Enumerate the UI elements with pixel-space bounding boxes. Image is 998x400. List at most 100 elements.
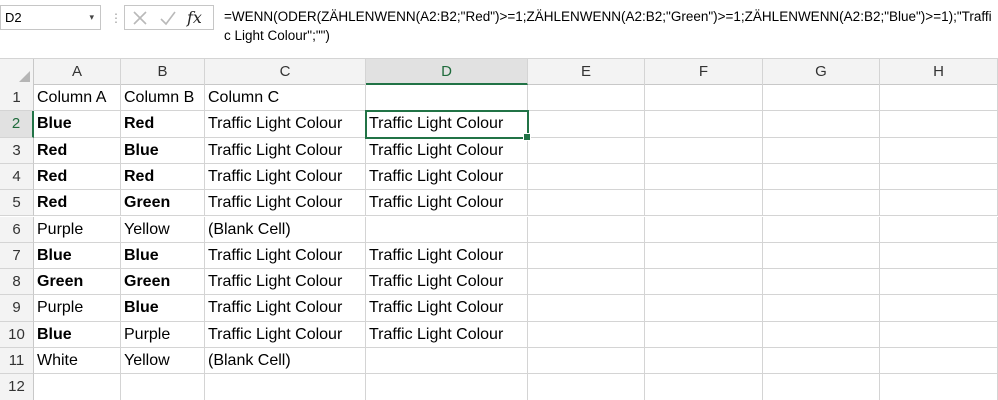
cell-g7[interactable] xyxy=(763,242,880,270)
cell-a5[interactable]: Red xyxy=(34,190,121,217)
cell-d7[interactable]: Traffic Light Colour xyxy=(366,242,528,270)
cell-e6[interactable] xyxy=(528,216,645,243)
cell-h2[interactable] xyxy=(880,111,998,138)
cell-f8[interactable] xyxy=(645,269,763,296)
cell-f3[interactable] xyxy=(645,137,763,164)
cell-g5[interactable] xyxy=(763,190,880,217)
column-header-a[interactable]: A xyxy=(34,59,121,85)
column-header-f[interactable]: F xyxy=(645,59,763,85)
column-header-e[interactable]: E xyxy=(528,59,645,85)
cell-h1[interactable] xyxy=(880,85,998,112)
cell-g3[interactable] xyxy=(763,137,880,164)
cell-e9[interactable] xyxy=(528,295,645,322)
cell-c1[interactable]: Column C xyxy=(205,85,366,112)
cancel-icon[interactable] xyxy=(131,7,149,29)
cell-f12[interactable] xyxy=(645,374,763,400)
cell-a8[interactable]: Green xyxy=(34,269,121,296)
cell-g10[interactable] xyxy=(763,321,880,348)
cell-e1[interactable] xyxy=(528,85,645,112)
row-header-3[interactable]: 3 xyxy=(0,137,34,164)
chevron-down-icon[interactable]: ▾ xyxy=(89,6,94,29)
formula-input[interactable]: =WENN(ODER(ZÄHLENWENN(A2:B2;"Red")>=1;ZÄ… xyxy=(218,5,998,50)
cell-c10[interactable]: Traffic Light Colour xyxy=(205,321,366,348)
column-header-d[interactable]: D xyxy=(366,59,528,85)
row-header-5[interactable]: 5 xyxy=(0,190,34,217)
cell-g8[interactable] xyxy=(763,269,880,296)
cell-d4[interactable]: Traffic Light Colour xyxy=(366,163,528,191)
name-box[interactable]: D2 ▾ xyxy=(0,5,101,30)
column-header-h[interactable]: H xyxy=(880,59,998,85)
cell-h10[interactable] xyxy=(880,321,998,348)
cell-c4[interactable]: Traffic Light Colour xyxy=(205,163,366,191)
cell-c3[interactable]: Traffic Light Colour xyxy=(205,137,366,164)
cell-a6[interactable]: Purple xyxy=(34,216,121,243)
row-header-1[interactable]: 1 xyxy=(0,85,34,112)
cell-d6[interactable] xyxy=(366,216,528,243)
cell-b10[interactable]: Purple xyxy=(121,321,205,348)
cell-b8[interactable]: Green xyxy=(121,269,205,296)
cell-c8[interactable]: Traffic Light Colour xyxy=(205,269,366,296)
cell-f4[interactable] xyxy=(645,163,763,191)
cell-f11[interactable] xyxy=(645,348,763,375)
cell-g6[interactable] xyxy=(763,216,880,243)
row-header-11[interactable]: 11 xyxy=(0,348,34,375)
cell-e5[interactable] xyxy=(528,190,645,217)
cell-d9[interactable]: Traffic Light Colour xyxy=(366,295,528,322)
cell-d3[interactable]: Traffic Light Colour xyxy=(366,137,528,164)
cell-d5[interactable]: Traffic Light Colour xyxy=(366,190,528,217)
cell-f10[interactable] xyxy=(645,321,763,348)
cell-e7[interactable] xyxy=(528,242,645,270)
column-header-g[interactable]: G xyxy=(763,59,880,85)
cell-h4[interactable] xyxy=(880,163,998,191)
cell-d8[interactable]: Traffic Light Colour xyxy=(366,269,528,296)
cell-h11[interactable] xyxy=(880,348,998,375)
cell-h9[interactable] xyxy=(880,295,998,322)
row-header-7[interactable]: 7 xyxy=(0,242,34,270)
cell-h7[interactable] xyxy=(880,242,998,270)
cell-b3[interactable]: Blue xyxy=(121,137,205,164)
cell-f1[interactable] xyxy=(645,85,763,112)
cell-f9[interactable] xyxy=(645,295,763,322)
cell-c12[interactable] xyxy=(205,374,366,400)
cell-c7[interactable]: Traffic Light Colour xyxy=(205,242,366,270)
row-header-10[interactable]: 10 xyxy=(0,321,34,348)
cell-a12[interactable] xyxy=(34,374,121,400)
cell-a7[interactable]: Blue xyxy=(34,242,121,270)
cell-a3[interactable]: Red xyxy=(34,137,121,164)
cell-g1[interactable] xyxy=(763,85,880,112)
cell-c6[interactable]: (Blank Cell) xyxy=(205,216,366,243)
cell-b5[interactable]: Green xyxy=(121,190,205,217)
cell-g4[interactable] xyxy=(763,163,880,191)
cell-e2[interactable] xyxy=(528,111,645,138)
cell-d12[interactable] xyxy=(366,374,528,400)
cell-c5[interactable]: Traffic Light Colour xyxy=(205,190,366,217)
cell-d10[interactable]: Traffic Light Colour xyxy=(366,321,528,348)
cell-h5[interactable] xyxy=(880,190,998,217)
select-all-button[interactable] xyxy=(0,59,34,85)
row-header-4[interactable]: 4 xyxy=(0,163,34,191)
cell-d2[interactable]: Traffic Light Colour xyxy=(365,110,531,141)
cell-h3[interactable] xyxy=(880,137,998,164)
row-header-8[interactable]: 8 xyxy=(0,269,34,296)
cell-b2[interactable]: Red xyxy=(121,111,205,138)
row-header-12[interactable]: 12 xyxy=(0,374,34,400)
cell-f6[interactable] xyxy=(645,216,763,243)
cell-g2[interactable] xyxy=(763,111,880,138)
insert-function-icon[interactable]: fx xyxy=(187,8,202,27)
cell-b7[interactable]: Blue xyxy=(121,242,205,270)
cell-c11[interactable]: (Blank Cell) xyxy=(205,348,366,375)
splitter-handle-icon[interactable]: ⋮ xyxy=(110,11,122,25)
cell-e4[interactable] xyxy=(528,163,645,191)
cell-e12[interactable] xyxy=(528,374,645,400)
cell-h12[interactable] xyxy=(880,374,998,400)
row-header-9[interactable]: 9 xyxy=(0,295,34,322)
cell-d11[interactable] xyxy=(366,348,528,375)
cell-b11[interactable]: Yellow xyxy=(121,348,205,375)
cell-a2[interactable]: Blue xyxy=(34,111,121,138)
cell-h6[interactable] xyxy=(880,216,998,243)
cell-d1[interactable] xyxy=(366,85,528,112)
cell-b9[interactable]: Blue xyxy=(121,295,205,322)
column-header-c[interactable]: C xyxy=(205,59,366,85)
cell-e11[interactable] xyxy=(528,348,645,375)
cell-f7[interactable] xyxy=(645,242,763,270)
